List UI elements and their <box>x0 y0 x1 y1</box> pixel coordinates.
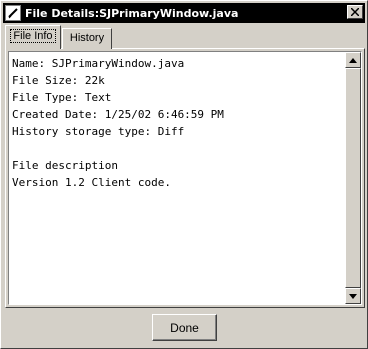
done-button[interactable]: Done <box>152 314 217 341</box>
file-details-textarea[interactable]: Name: SJPrimaryWindow.java File Size: 22k… <box>8 51 362 305</box>
detail-line: Version 1.2 Client code. <box>12 176 171 189</box>
scroll-thumb[interactable] <box>345 68 361 288</box>
window-title: File Details:SJPrimaryWindow.java <box>25 6 239 20</box>
scroll-up-button[interactable] <box>345 52 361 68</box>
file-details-text: Name: SJPrimaryWindow.java File Size: 22k… <box>10 53 345 303</box>
detail-line: File description <box>12 159 118 172</box>
file-details-window: File Details:SJPrimaryWindow.java File I… <box>0 0 368 349</box>
detail-line: File Size: 22k <box>12 74 105 87</box>
arrow-down-icon <box>349 293 357 299</box>
detail-line: Name: SJPrimaryWindow.java <box>12 57 185 70</box>
arrow-up-icon <box>349 57 357 63</box>
close-icon <box>351 8 359 16</box>
pen-icon <box>5 5 21 21</box>
detail-line <box>12 140 343 157</box>
close-button[interactable] <box>347 5 363 19</box>
tab-file-info[interactable]: File Info <box>5 25 61 49</box>
tab-label: History <box>69 32 105 44</box>
tab-panel: Name: SJPrimaryWindow.java File Size: 22k… <box>5 48 365 308</box>
detail-line: History storage type: Diff <box>12 125 185 138</box>
tab-label: File Info <box>10 29 56 43</box>
scroll-down-button[interactable] <box>345 288 361 304</box>
tab-history[interactable]: History <box>62 28 112 49</box>
vertical-scrollbar[interactable] <box>345 52 361 304</box>
title-bar[interactable]: File Details:SJPrimaryWindow.java <box>3 3 365 23</box>
detail-line: File Type: Text <box>12 91 112 104</box>
tab-strip: File Info History <box>5 25 365 49</box>
detail-line: Created Date: 1/25/02 6:46:59 PM <box>12 108 224 121</box>
